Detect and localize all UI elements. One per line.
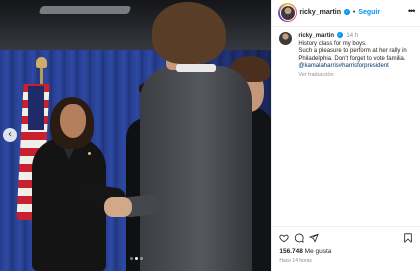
share-icon[interactable] — [309, 233, 319, 243]
carousel-indicator — [0, 247, 271, 265]
action-bar — [272, 226, 420, 247]
carousel-dot-active — [134, 257, 138, 260]
verified-badge-icon: ✓ — [336, 32, 343, 38]
bookmark-icon[interactable] — [403, 233, 413, 243]
post-photo[interactable]: ‹ — [0, 0, 272, 271]
caption-username[interactable]: ricky_martin — [298, 33, 334, 39]
caption-avatar[interactable] — [279, 32, 293, 45]
more-options-icon[interactable]: ••• — [408, 6, 416, 16]
like-count[interactable]: 156.748 Me gusta — [279, 248, 331, 255]
photo-handshake — [104, 197, 132, 217]
post-header: ricky_martin ✓ • Seguir ••• — [272, 0, 420, 27]
like-count-label: Me gusta — [304, 248, 332, 255]
carousel-dot — [139, 257, 143, 260]
header-separator: • — [352, 9, 356, 16]
photo-ceiling — [0, 0, 272, 56]
chevron-left-icon[interactable]: ‹ — [3, 128, 17, 142]
photo-lapel-pin — [88, 152, 91, 155]
photo-flag-eagle — [36, 57, 47, 68]
header-username[interactable]: ricky_martin — [299, 9, 341, 16]
caption-line: History class for my boys. — [298, 40, 367, 47]
see-translation-link[interactable]: Ver traducción — [298, 72, 416, 80]
photo-woman-face — [60, 104, 86, 138]
caption-timestamp[interactable]: 14 h — [346, 33, 358, 39]
avatar[interactable] — [278, 3, 298, 22]
mention-link[interactable]: @kamalaharris — [298, 63, 338, 69]
photo-teen-back-suit — [140, 66, 252, 271]
comment-icon[interactable] — [294, 233, 304, 243]
instagram-post: ‹ ricky_martin ✓ • Seguir ••• ricky_mart… — [0, 0, 420, 271]
photo-teen-hair — [152, 2, 226, 64]
like-count-value: 156.748 — [279, 248, 303, 255]
post-side-panel: ricky_martin ✓ • Seguir ••• ricky_martin… — [271, 0, 420, 271]
verified-badge-icon: ✓ — [343, 9, 350, 15]
post-timestamp[interactable]: Hace 14 horas — [279, 258, 312, 264]
post-caption: ricky_martin ✓ 14 h History class for my… — [298, 32, 416, 80]
heart-icon[interactable] — [279, 233, 289, 243]
carousel-dot — [129, 257, 133, 260]
hashtag-link[interactable]: #harrisforpresident — [339, 63, 389, 69]
follow-button[interactable]: Seguir — [358, 9, 380, 16]
caption-line: Such a pleasure to perform at her rally … — [298, 48, 407, 62]
